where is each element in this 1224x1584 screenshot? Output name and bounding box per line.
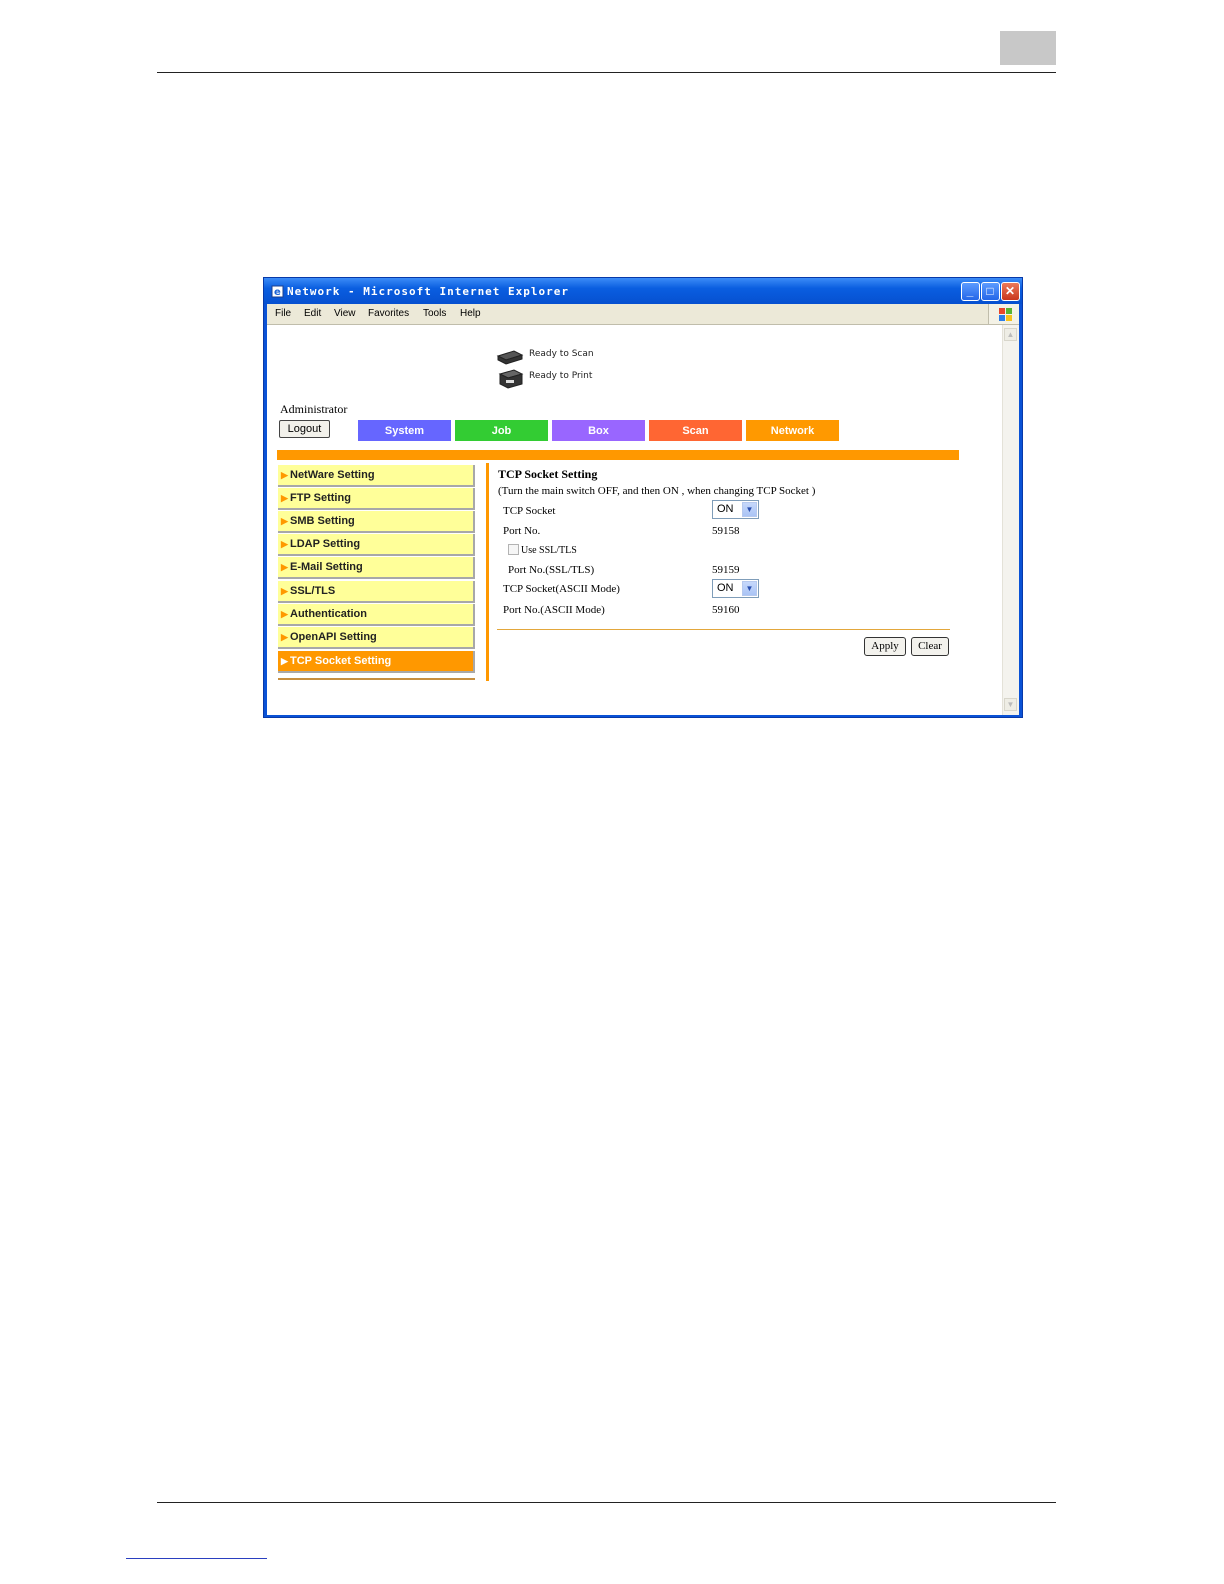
sidebar-item-ftp[interactable]: ▶ FTP Setting xyxy=(278,488,475,510)
tcp-socket-ascii-select[interactable]: ON ▼ xyxy=(712,579,759,598)
port-no-ssl-label: Port No.(SSL/TLS) xyxy=(508,564,595,576)
menu-help[interactable]: Help xyxy=(460,308,481,319)
menu-view[interactable]: View xyxy=(334,308,356,319)
arrow-right-icon: ▶ xyxy=(281,470,288,480)
menu-edit[interactable]: Edit xyxy=(304,308,321,319)
browser-window: e Network - Microsoft Internet Explorer … xyxy=(263,277,1023,718)
content-divider xyxy=(486,463,489,681)
maximize-button[interactable]: □ xyxy=(981,282,1000,301)
sidebar-item-email[interactable]: ▶ E-Mail Setting xyxy=(278,557,475,579)
port-no-ascii-value: 59160 xyxy=(712,604,740,616)
sidebar-item-smb[interactable]: ▶ SMB Setting xyxy=(278,511,475,533)
title-bar[interactable]: e Network - Microsoft Internet Explorer … xyxy=(264,278,1022,304)
tcp-socket-value: ON xyxy=(717,503,734,515)
sidebar-item-netware[interactable]: ▶ NetWare Setting xyxy=(278,465,475,487)
sidebar-item-label: OpenAPI Setting xyxy=(290,631,377,643)
tcp-socket-label: TCP Socket xyxy=(503,505,556,517)
port-no-label: Port No. xyxy=(503,525,541,537)
sidebar-item-label: LDAP Setting xyxy=(290,538,361,550)
close-button[interactable]: ✕ xyxy=(1001,282,1020,301)
tcp-socket-ascii-label: TCP Socket(ASCII Mode) xyxy=(503,583,620,595)
printer-icon xyxy=(498,369,524,389)
footer-rule xyxy=(157,1502,1056,1503)
sidebar-item-label: TCP Socket Setting xyxy=(290,655,392,667)
form-title: TCP Socket Setting xyxy=(498,467,598,481)
use-ssl-checkbox[interactable] xyxy=(508,544,519,555)
sidebar-item-ssl-tls[interactable]: ▶ SSL/TLS xyxy=(278,581,475,603)
svg-text:e: e xyxy=(274,287,282,298)
minimize-button[interactable]: _ xyxy=(961,282,980,301)
logout-button[interactable]: Logout xyxy=(279,420,330,438)
port-no-ssl-value: 59159 xyxy=(712,564,740,576)
tab-scan[interactable]: Scan xyxy=(649,420,744,441)
tcp-socket-ascii-value: ON xyxy=(717,582,734,594)
sidebar-item-label: SSL/TLS xyxy=(290,585,336,597)
windows-logo-icon xyxy=(988,304,1019,324)
use-ssl-label: Use SSL/TLS xyxy=(521,545,577,556)
arrow-right-icon: ▶ xyxy=(281,562,288,572)
arrow-right-icon: ▶ xyxy=(281,493,288,503)
sidebar-item-label: SMB Setting xyxy=(290,515,355,527)
arrow-right-icon: ▶ xyxy=(281,656,288,666)
form-note: (Turn the main switch OFF, and then ON ,… xyxy=(498,485,816,497)
arrow-right-icon: ▶ xyxy=(281,586,288,596)
sidebar-item-ldap[interactable]: ▶ LDAP Setting xyxy=(278,534,475,556)
menu-favorites[interactable]: Favorites xyxy=(368,308,409,319)
menu-tools[interactable]: Tools xyxy=(423,308,446,319)
tcp-socket-select[interactable]: ON ▼ xyxy=(712,500,759,519)
ie-icon: e xyxy=(271,285,284,298)
port-no-ascii-label: Port No.(ASCII Mode) xyxy=(503,604,605,616)
scroll-up-icon[interactable]: ▲ xyxy=(1004,328,1017,341)
print-status: Ready to Print xyxy=(529,371,593,381)
arrow-right-icon: ▶ xyxy=(281,609,288,619)
port-no-value: 59158 xyxy=(712,525,740,537)
footer-link-underline xyxy=(126,1558,267,1559)
page-corner-tab xyxy=(1000,31,1056,65)
scan-status: Ready to Scan xyxy=(529,349,594,359)
menu-file[interactable]: File xyxy=(275,308,291,319)
sidebar-item-label: Authentication xyxy=(290,608,367,620)
sidebar-item-label: E-Mail Setting xyxy=(290,561,363,573)
chevron-down-icon[interactable]: ▼ xyxy=(742,581,757,596)
arrow-right-icon: ▶ xyxy=(281,516,288,526)
header-rule xyxy=(157,72,1056,73)
chevron-down-icon[interactable]: ▼ xyxy=(742,502,757,517)
sidebar-item-label: NetWare Setting xyxy=(290,469,375,481)
tab-system[interactable]: System xyxy=(358,420,453,441)
sidebar-bottom-rule xyxy=(278,678,475,680)
arrow-right-icon: ▶ xyxy=(281,539,288,549)
page-content: ▲ ▼ Ready to Scan Ready to Print Adminis… xyxy=(267,325,1019,715)
apply-button[interactable]: Apply xyxy=(864,637,906,656)
sidebar-item-tcp-socket[interactable]: ▶ TCP Socket Setting xyxy=(278,651,475,673)
window-title: Network - Microsoft Internet Explorer xyxy=(287,285,570,298)
scroll-down-icon[interactable]: ▼ xyxy=(1004,698,1017,711)
menu-bar: File Edit View Favorites Tools Help xyxy=(267,304,1019,325)
tab-job[interactable]: Job xyxy=(455,420,550,441)
scanner-icon xyxy=(496,350,524,365)
user-role-label: Administrator xyxy=(280,402,348,416)
form-divider xyxy=(497,629,950,630)
sidebar-item-openapi[interactable]: ▶ OpenAPI Setting xyxy=(278,627,475,649)
tab-box[interactable]: Box xyxy=(552,420,647,441)
clear-button[interactable]: Clear xyxy=(911,637,949,656)
sidebar-item-label: FTP Setting xyxy=(290,492,351,504)
tab-network[interactable]: Network xyxy=(746,420,841,441)
vertical-scrollbar[interactable]: ▲ ▼ xyxy=(1002,325,1019,715)
arrow-right-icon: ▶ xyxy=(281,632,288,642)
section-divider-bar xyxy=(277,450,959,460)
sidebar-item-authentication[interactable]: ▶ Authentication xyxy=(278,604,475,626)
